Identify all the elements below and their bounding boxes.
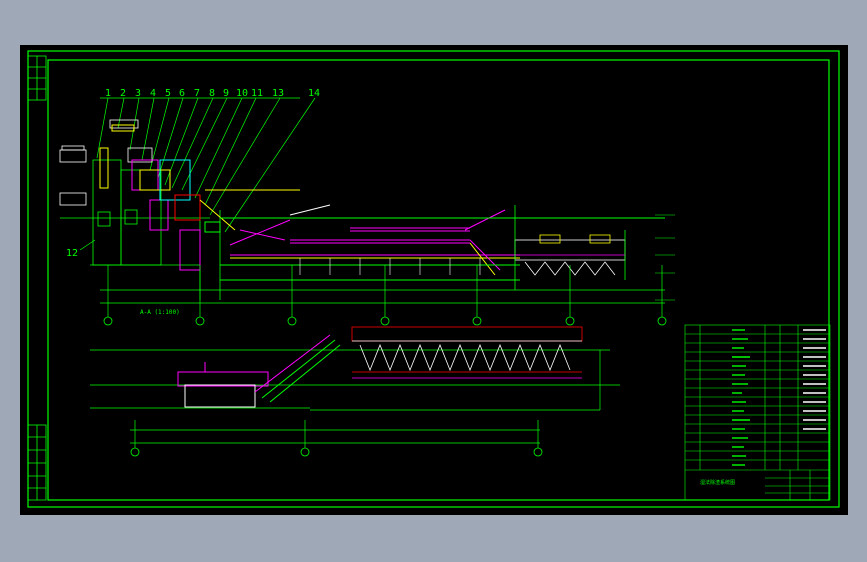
callout-7: 7 — [194, 88, 200, 99]
callout-12: 12 — [66, 248, 78, 259]
callout-4: 4 — [150, 88, 156, 99]
section-label: A-A (1:100) — [140, 309, 180, 316]
callout-8: 8 — [209, 88, 215, 99]
callout-5: 5 — [165, 88, 171, 99]
callout-6: 6 — [179, 88, 185, 99]
title-block-drawing-title: 湿法除渣系统图 — [700, 479, 735, 486]
callout-13: 13 — [272, 88, 284, 99]
cad-drawing-viewport: 1 2 3 4 5 6 7 8 9 10 11 13 14 12 A-A (1:… — [20, 45, 848, 515]
callout-14: 14 — [308, 88, 320, 99]
callout-10: 10 — [236, 88, 248, 99]
callout-11: 11 — [251, 88, 263, 99]
callout-1: 1 — [105, 88, 111, 99]
callout-2: 2 — [120, 88, 126, 99]
callout-3: 3 — [135, 88, 141, 99]
callout-9: 9 — [223, 88, 229, 99]
